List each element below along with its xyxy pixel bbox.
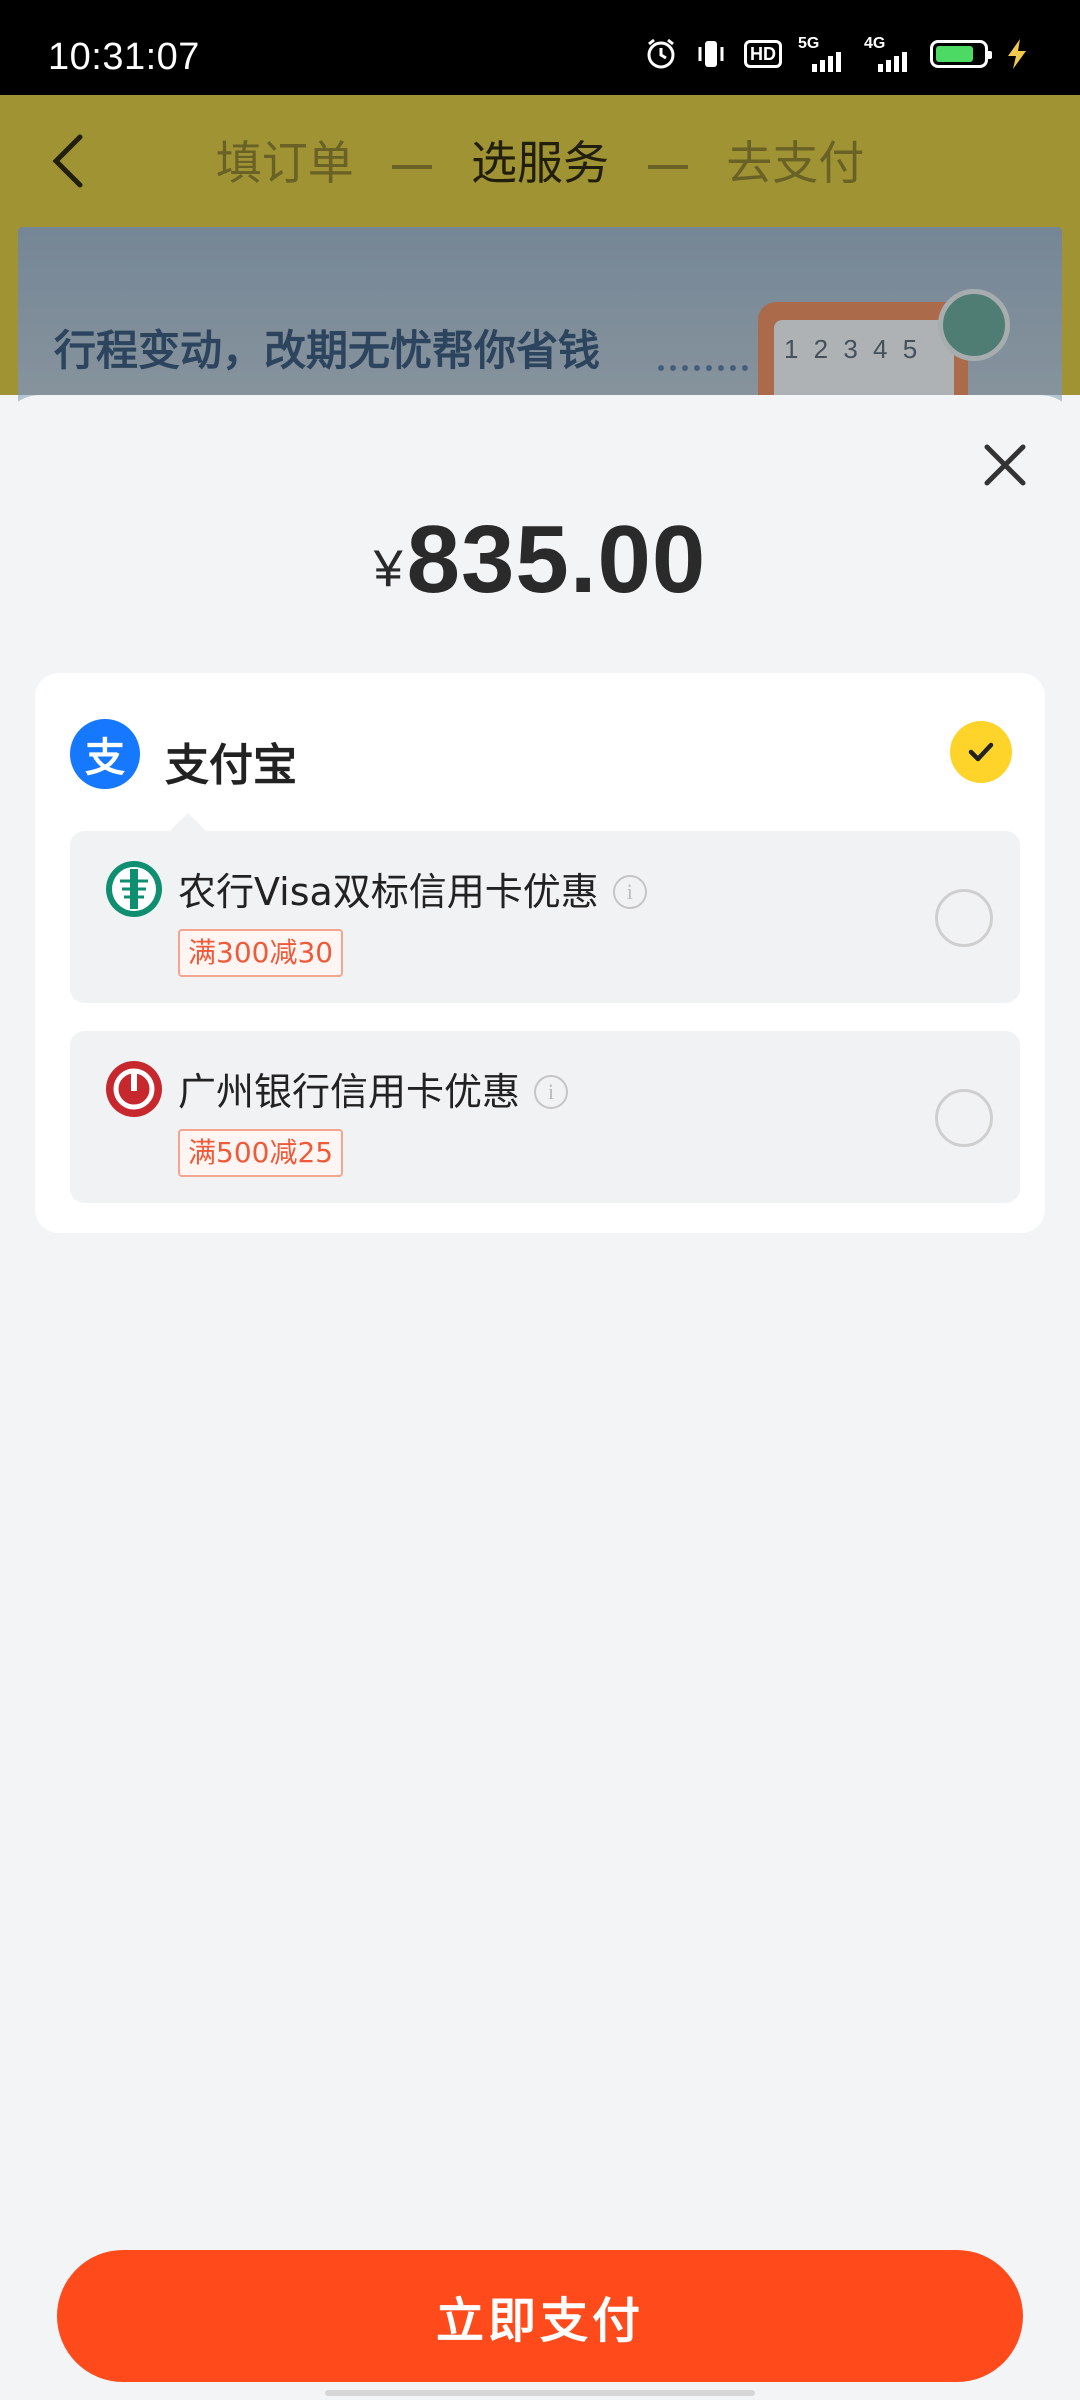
offer-item-guangzhou-bank[interactable]: 广州银行信用卡优惠 i 满500减25 bbox=[70, 1031, 1020, 1203]
signal-4g-icon: 4G bbox=[864, 36, 914, 72]
signal-5g-icon: 5G bbox=[798, 36, 848, 72]
offer-radio[interactable] bbox=[935, 889, 993, 947]
offer-radio[interactable] bbox=[935, 1089, 993, 1147]
alipay-icon: 支 bbox=[70, 719, 140, 789]
info-icon[interactable]: i bbox=[534, 1075, 569, 1109]
alipay-label: 支付宝 bbox=[165, 740, 297, 791]
payment-sheet: ¥835.00 支 支付宝 农行Visa双标信用卡优惠 i 满300减30 广州… bbox=[0, 395, 1080, 2400]
pay-now-button[interactable]: 立即支付 bbox=[57, 2250, 1023, 2382]
modal-overlay[interactable] bbox=[0, 95, 1080, 395]
alarm-icon bbox=[644, 37, 678, 71]
offer-pointer bbox=[170, 813, 206, 831]
status-icons: HD 5G 4G bbox=[644, 36, 1030, 72]
battery-icon bbox=[930, 40, 992, 68]
payment-amount: ¥835.00 bbox=[0, 505, 1080, 615]
currency-symbol: ¥ bbox=[373, 540, 403, 598]
amount-value: 835.00 bbox=[406, 506, 707, 613]
charging-icon bbox=[1004, 37, 1030, 71]
payment-method-card: 支 支付宝 农行Visa双标信用卡优惠 i 满300减30 广州银行信用卡优惠 … bbox=[35, 673, 1045, 1233]
offer-item-abc-visa[interactable]: 农行Visa双标信用卡优惠 i 满300减30 bbox=[70, 831, 1020, 1003]
guangzhou-bank-icon bbox=[106, 1061, 162, 1117]
info-icon[interactable]: i bbox=[612, 875, 647, 909]
discount-tag: 满500减25 bbox=[178, 1129, 344, 1177]
abc-bank-icon bbox=[106, 861, 162, 917]
discount-tag: 满300减30 bbox=[178, 929, 344, 977]
selected-check-icon[interactable] bbox=[950, 721, 1012, 783]
close-button[interactable] bbox=[975, 435, 1035, 495]
alipay-method-row[interactable]: 支 支付宝 bbox=[35, 673, 1045, 831]
status-time: 10:31:07 bbox=[48, 36, 200, 78]
vibrate-icon bbox=[694, 37, 728, 71]
battery-level bbox=[936, 46, 973, 62]
offer-title: 广州银行信用卡优惠 i bbox=[178, 1061, 569, 1116]
home-indicator bbox=[325, 2390, 755, 2396]
offer-title: 农行Visa双标信用卡优惠 i bbox=[178, 861, 647, 916]
close-icon bbox=[984, 444, 1026, 486]
status-bar: 10:31:07 HD 5G 4G bbox=[0, 0, 1080, 95]
hd-icon: HD bbox=[744, 40, 782, 68]
